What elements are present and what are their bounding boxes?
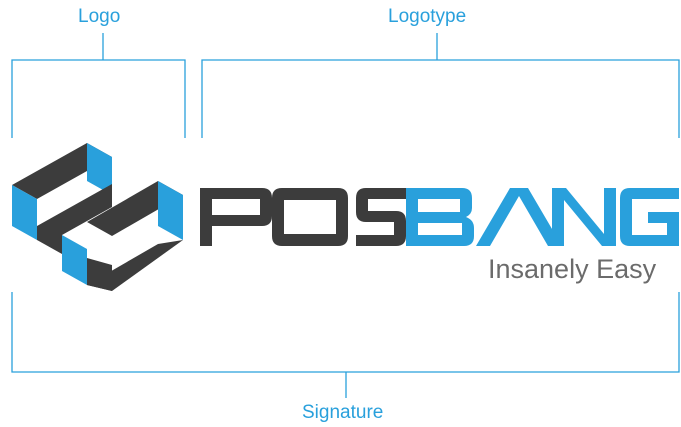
tagline: Insanely Easy xyxy=(488,254,657,284)
signature-bracket xyxy=(11,292,680,398)
wordmark-pos xyxy=(200,188,406,246)
logotype-bracket xyxy=(201,33,680,138)
signature-diagram xyxy=(11,33,680,398)
logo-bracket xyxy=(11,33,186,138)
wordmark-bang xyxy=(406,188,679,246)
posbang-logo-mark xyxy=(12,143,183,291)
